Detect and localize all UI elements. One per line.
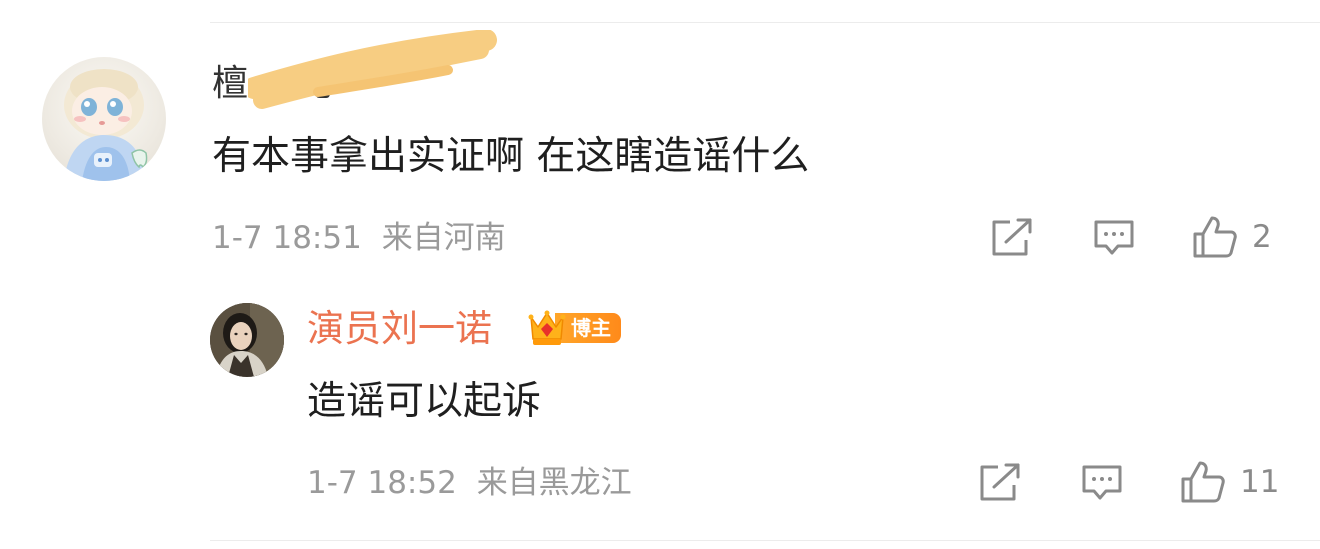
comment-like-button[interactable]: 2 bbox=[1192, 214, 1272, 260]
reply-like-count: 11 bbox=[1240, 464, 1280, 500]
replier-avatar-image bbox=[210, 303, 284, 377]
comment-share-button[interactable] bbox=[990, 218, 1034, 258]
reply-text: 造谣可以起诉 bbox=[307, 379, 542, 424]
thumbs-up-icon bbox=[1193, 216, 1237, 258]
reply-meta: 1-7 18:52 来自黑龙江 bbox=[307, 462, 632, 504]
comment-meta: 1-7 18:51 来自河南 bbox=[212, 217, 506, 259]
commenter-avatar[interactable] bbox=[42, 57, 166, 181]
comment-timestamp: 1-7 18:51 bbox=[212, 220, 362, 256]
reply-reply-button[interactable] bbox=[1080, 463, 1124, 503]
thumbs-up-icon bbox=[1181, 461, 1225, 503]
comment-text: 有本事拿出实证啊 在这瞎造谣什么 bbox=[212, 134, 810, 179]
reply-timestamp: 1-7 18:52 bbox=[307, 465, 457, 501]
share-icon bbox=[992, 218, 1032, 256]
reply-like-button[interactable]: 11 bbox=[1180, 459, 1279, 505]
replier-avatar[interactable] bbox=[210, 303, 284, 377]
divider-top bbox=[210, 22, 1320, 23]
comment-like-count: 2 bbox=[1252, 219, 1272, 255]
divider-bottom bbox=[210, 540, 1320, 541]
replier-name[interactable]: 演员刘一诺 bbox=[307, 306, 492, 352]
plush-doll-avatar-image bbox=[64, 69, 148, 181]
reply-location: 来自黑龙江 bbox=[476, 465, 632, 501]
reply-share-button[interactable] bbox=[978, 463, 1022, 503]
comment-reply-button[interactable] bbox=[1092, 218, 1136, 258]
share-icon bbox=[980, 463, 1020, 501]
comment-location: 来自河南 bbox=[381, 220, 506, 256]
blogger-badge: 博主 bbox=[527, 307, 621, 349]
crown-icon bbox=[528, 310, 566, 345]
comment-icon bbox=[1094, 220, 1134, 255]
commenter-name[interactable]: 檀一 兆 bbox=[212, 60, 331, 108]
comment-icon bbox=[1082, 465, 1122, 500]
